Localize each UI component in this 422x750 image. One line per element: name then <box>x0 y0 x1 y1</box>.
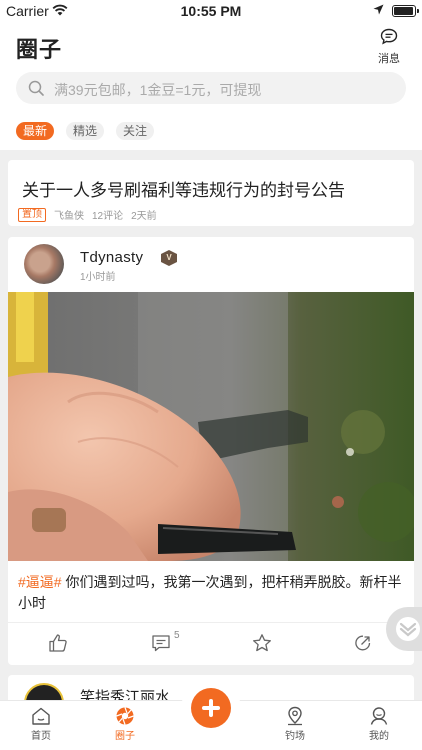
tab-circle[interactable]: 圈子 <box>100 706 150 742</box>
add-post-button[interactable] <box>191 688 231 728</box>
tab-home[interactable]: 首页 <box>16 706 66 742</box>
tab-profile[interactable]: 我的 <box>354 706 404 742</box>
tab-following[interactable]: 关注 <box>116 122 155 140</box>
scroll-down-button[interactable] <box>386 607 422 651</box>
status-bar: Carrier 10:55 PM <box>0 0 422 22</box>
like-icon[interactable] <box>48 633 68 653</box>
feed-tabs: 最新 精选 关注 <box>16 122 155 140</box>
chat-bubble-icon <box>380 28 398 45</box>
post-username[interactable]: Tdynasty <box>80 249 143 266</box>
clock: 10:55 PM <box>180 3 242 19</box>
post-time: 1小时前 <box>80 272 116 283</box>
share-icon[interactable] <box>353 633 373 653</box>
double-chevron-down-icon <box>396 617 420 641</box>
messages-label: 消息 <box>378 53 400 65</box>
tab-profile-label: 我的 <box>369 731 389 742</box>
fishing-rod-photo <box>8 292 414 561</box>
post-body: 你们遇到过吗，我第一次遇到，把杆稍弄脱胶。新杆半小时 <box>18 574 402 611</box>
search-placeholder: 满39元包邮，1金豆=1元，可提现 <box>54 82 262 98</box>
post-text: #逼逼# 你们遇到过吗，我第一次遇到，把杆稍弄脱胶。新杆半小时 <box>18 572 408 614</box>
battery-icon <box>392 5 419 17</box>
search-input[interactable]: 满39元包邮，1金豆=1元，可提现 <box>16 72 406 104</box>
post-actions <box>8 622 414 665</box>
user-icon <box>370 707 388 725</box>
home-icon <box>32 707 50 725</box>
tab-fishing-spot[interactable]: 钓场 <box>270 706 320 742</box>
post-card: Tdynasty V 1小时前 #逼逼# 你们遇到过吗，我第一次遇到，把杆稍弄脱… <box>8 237 414 665</box>
comment-icon[interactable] <box>151 633 171 653</box>
announcement-meta: 置顶 飞鱼侠 12评论 2天前 <box>18 207 157 222</box>
tab-featured[interactable]: 精选 <box>66 122 105 140</box>
tab-latest[interactable]: 最新 <box>16 122 55 140</box>
aperture-icon <box>116 707 134 725</box>
post-photo[interactable] <box>8 292 414 561</box>
vip-badge-icon: V <box>161 250 177 266</box>
messages-button[interactable]: 消息 <box>374 28 404 66</box>
pinned-badge: 置顶 <box>18 207 46 222</box>
tab-fishing-spot-label: 钓场 <box>285 731 305 742</box>
announcement-title: 关于一人多号刷福利等违规行为的封号公告 <box>22 181 345 200</box>
page-title: 圈子 <box>16 37 63 62</box>
search-icon <box>28 80 44 96</box>
announcement-comments: 12评论 <box>92 211 124 222</box>
announcement-author: 飞鱼侠 <box>54 211 84 222</box>
tab-circle-label: 圈子 <box>115 731 135 742</box>
tab-home-label: 首页 <box>31 731 51 742</box>
announcement-card[interactable]: 关于一人多号刷福利等违规行为的封号公告 置顶 飞鱼侠 12评论 2天前 <box>8 160 414 226</box>
location-arrow-icon <box>373 4 384 15</box>
announcement-time: 2天前 <box>131 211 157 222</box>
location-pin-icon <box>288 706 302 726</box>
avatar[interactable] <box>24 244 64 284</box>
post-hashtag[interactable]: #逼逼# <box>18 574 62 590</box>
star-icon[interactable] <box>252 633 272 653</box>
comment-count: 5 <box>174 630 180 641</box>
page-header: 圈子 消息 满39元包邮，1金豆=1元，可提现 最新 精选 关注 <box>0 22 422 150</box>
app-screen: Carrier 10:55 PM 圈子 消息 满39元包邮，1金豆=1元，可提现… <box>0 0 422 750</box>
bottom-tab-bar: 首页 圈子 钓场 我的 <box>0 681 422 750</box>
